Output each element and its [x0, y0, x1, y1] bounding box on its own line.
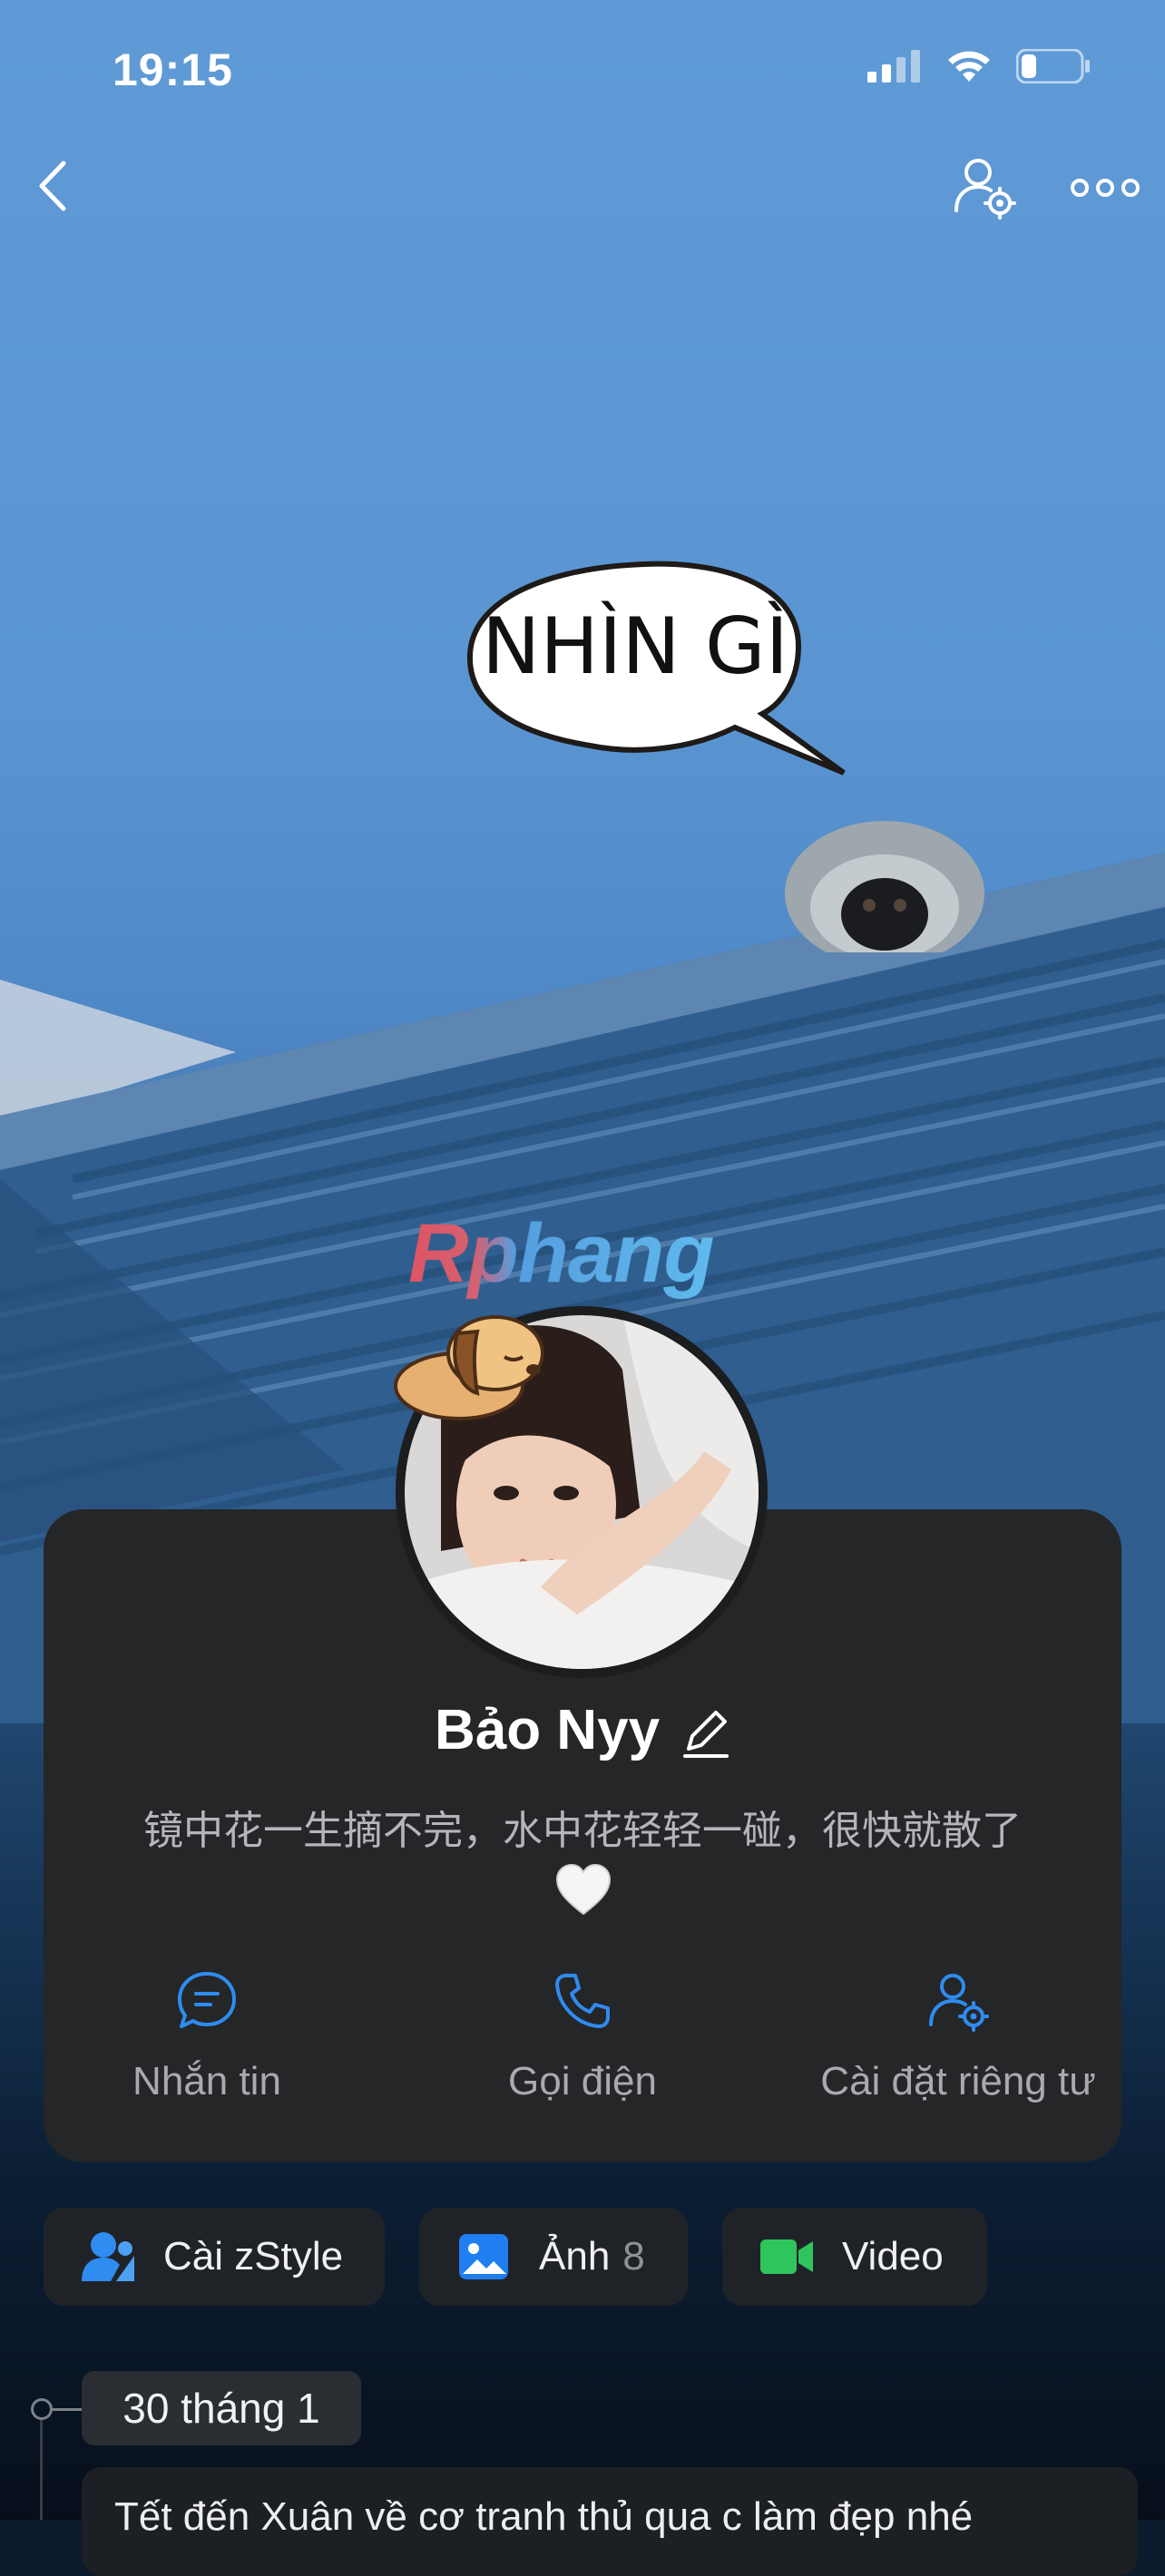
zstyle-button[interactable]: Cài zStyle: [44, 2208, 385, 2306]
photos-label: Ảnh: [539, 2234, 611, 2278]
profile-shortcuts: Cài zStyle Ảnh 8 Video: [0, 2208, 1165, 2308]
privacy-settings-icon: [929, 1974, 989, 2032]
sleeping-dog-sticker: [394, 1315, 544, 1420]
timeline-post[interactable]: Tết đến Xuân về cơ tranh thủ qua c làm đ…: [82, 2467, 1138, 2576]
watermark-logo: Rphang: [408, 1207, 714, 1300]
privacy-settings-label: Cài đặt riêng tư: [820, 2059, 1096, 2103]
photos-count: 8: [622, 2234, 645, 2278]
top-navigation: [0, 145, 1165, 227]
user-settings-icon[interactable]: [951, 154, 1018, 221]
edit-pencil-icon[interactable]: [680, 1707, 730, 1761]
speech-bubble: NHÌN GÌ: [466, 561, 846, 776]
call-action[interactable]: Gọi điện: [419, 1959, 746, 2104]
video-label: Video: [842, 2234, 944, 2278]
video-icon: [760, 2239, 813, 2274]
timeline-date: 30 tháng 1: [82, 2371, 361, 2445]
status-icons: [867, 49, 1091, 83]
call-label: Gọi điện: [508, 2059, 657, 2103]
profile-name: Bảo Nyy: [434, 1699, 661, 1761]
video-button[interactable]: Video: [722, 2208, 987, 2306]
status-time: 19:15: [113, 44, 233, 95]
status-bar: 19:15: [0, 36, 1165, 100]
phone-icon: [555, 1974, 610, 2028]
timeline-dot: [31, 2398, 53, 2420]
monkey-image: [785, 821, 984, 952]
battery-icon: [1016, 49, 1090, 83]
zstyle-label: Cài zStyle: [163, 2234, 344, 2278]
profile-name-row: Bảo Nyy: [0, 1698, 1165, 1762]
wifi-icon: [948, 51, 990, 82]
zstyle-icon: [82, 2232, 134, 2281]
profile-actions: Nhắn tin Gọi điện Cài đặt riêng tư: [44, 1959, 1121, 2122]
cellular-signal-icon: [867, 50, 920, 83]
photos-button[interactable]: Ảnh 8: [419, 2208, 688, 2306]
message-icon: [178, 1972, 236, 2028]
timeline-line: [40, 2420, 43, 2520]
back-arrow-icon[interactable]: [34, 156, 80, 216]
speech-bubble-text: NHÌN GÌ: [482, 600, 788, 692]
privacy-settings-action[interactable]: Cài đặt riêng tư: [795, 1959, 1121, 2104]
profile-bio: 镜中花一生摘不完，水中花轻轻一碰，很快就散了: [143, 1808, 1022, 1854]
message-action[interactable]: Nhắn tin: [44, 1959, 370, 2104]
post-text: Tết đến Xuân về cơ tranh thủ qua c làm đ…: [114, 2494, 974, 2539]
more-options-icon[interactable]: [1069, 165, 1141, 210]
white-heart-icon: [555, 1863, 612, 1916]
photo-icon: [459, 2234, 508, 2279]
message-label: Nhắn tin: [132, 2059, 281, 2103]
timeline-connector: [51, 2408, 82, 2411]
